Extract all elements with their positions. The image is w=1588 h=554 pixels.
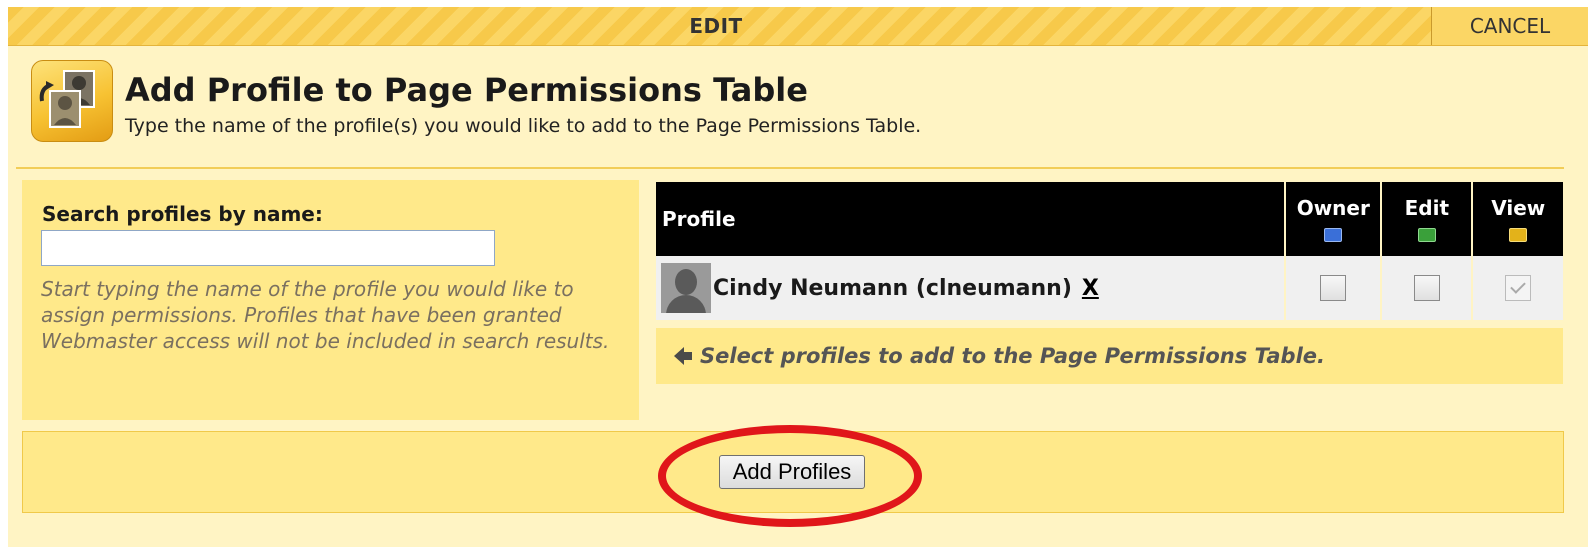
profile-name: Cindy Neumann (clneumann): [713, 275, 1072, 301]
avatar: [661, 263, 711, 313]
edit-cell: [1380, 256, 1473, 320]
owner-checkbox[interactable]: [1320, 275, 1347, 301]
column-header-view: View: [1471, 182, 1563, 256]
dialog-panel: EDIT CANCEL Add Profile to Page Permissi…: [8, 7, 1588, 547]
column-owner-label: Owner: [1296, 196, 1370, 220]
column-edit-label: Edit: [1404, 196, 1450, 220]
column-header-owner: Owner: [1284, 182, 1382, 256]
cancel-button[interactable]: CANCEL: [1431, 7, 1588, 45]
column-view-label: View: [1491, 196, 1546, 220]
top-bar: EDIT CANCEL: [8, 7, 1588, 46]
table-row: Cindy Neumann (clneumann) X: [656, 256, 1563, 320]
search-label: Search profiles by name:: [42, 202, 323, 226]
permissions-table: Profile Owner Edit View Cindy Neumann (c…: [656, 182, 1563, 320]
add-profiles-button[interactable]: Add Profiles: [719, 455, 865, 489]
select-hint-bar: Select profiles to add to the Page Permi…: [656, 328, 1563, 384]
edit-pencil-icon: [1417, 228, 1436, 242]
column-header-edit: Edit: [1380, 182, 1473, 256]
edit-tab[interactable]: EDIT: [8, 7, 1424, 45]
page-title: Add Profile to Page Permissions Table: [125, 71, 808, 109]
column-header-profile: Profile: [656, 182, 1286, 256]
view-checkbox: [1505, 275, 1532, 301]
profile-cell: Cindy Neumann (clneumann) X: [656, 256, 1286, 320]
profile-swap-icon: [31, 60, 113, 142]
header-divider: [16, 167, 1564, 169]
search-help-text: Start typing the name of the profile you…: [41, 277, 610, 353]
view-cell: [1471, 256, 1563, 320]
search-input[interactable]: [41, 230, 495, 266]
search-panel: Search profiles by name: Start typing th…: [22, 180, 639, 420]
arrow-left-icon: [674, 347, 692, 365]
select-hint-text: Select profiles to add to the Page Permi…: [700, 344, 1325, 368]
owner-cell: [1284, 256, 1382, 320]
page-subtitle: Type the name of the profile(s) you woul…: [125, 115, 922, 137]
table-header-row: Profile Owner Edit View: [656, 182, 1563, 256]
owner-icon: [1324, 228, 1343, 242]
edit-checkbox[interactable]: [1413, 275, 1440, 301]
remove-profile-link[interactable]: X: [1082, 276, 1099, 301]
view-eye-icon: [1509, 228, 1528, 242]
